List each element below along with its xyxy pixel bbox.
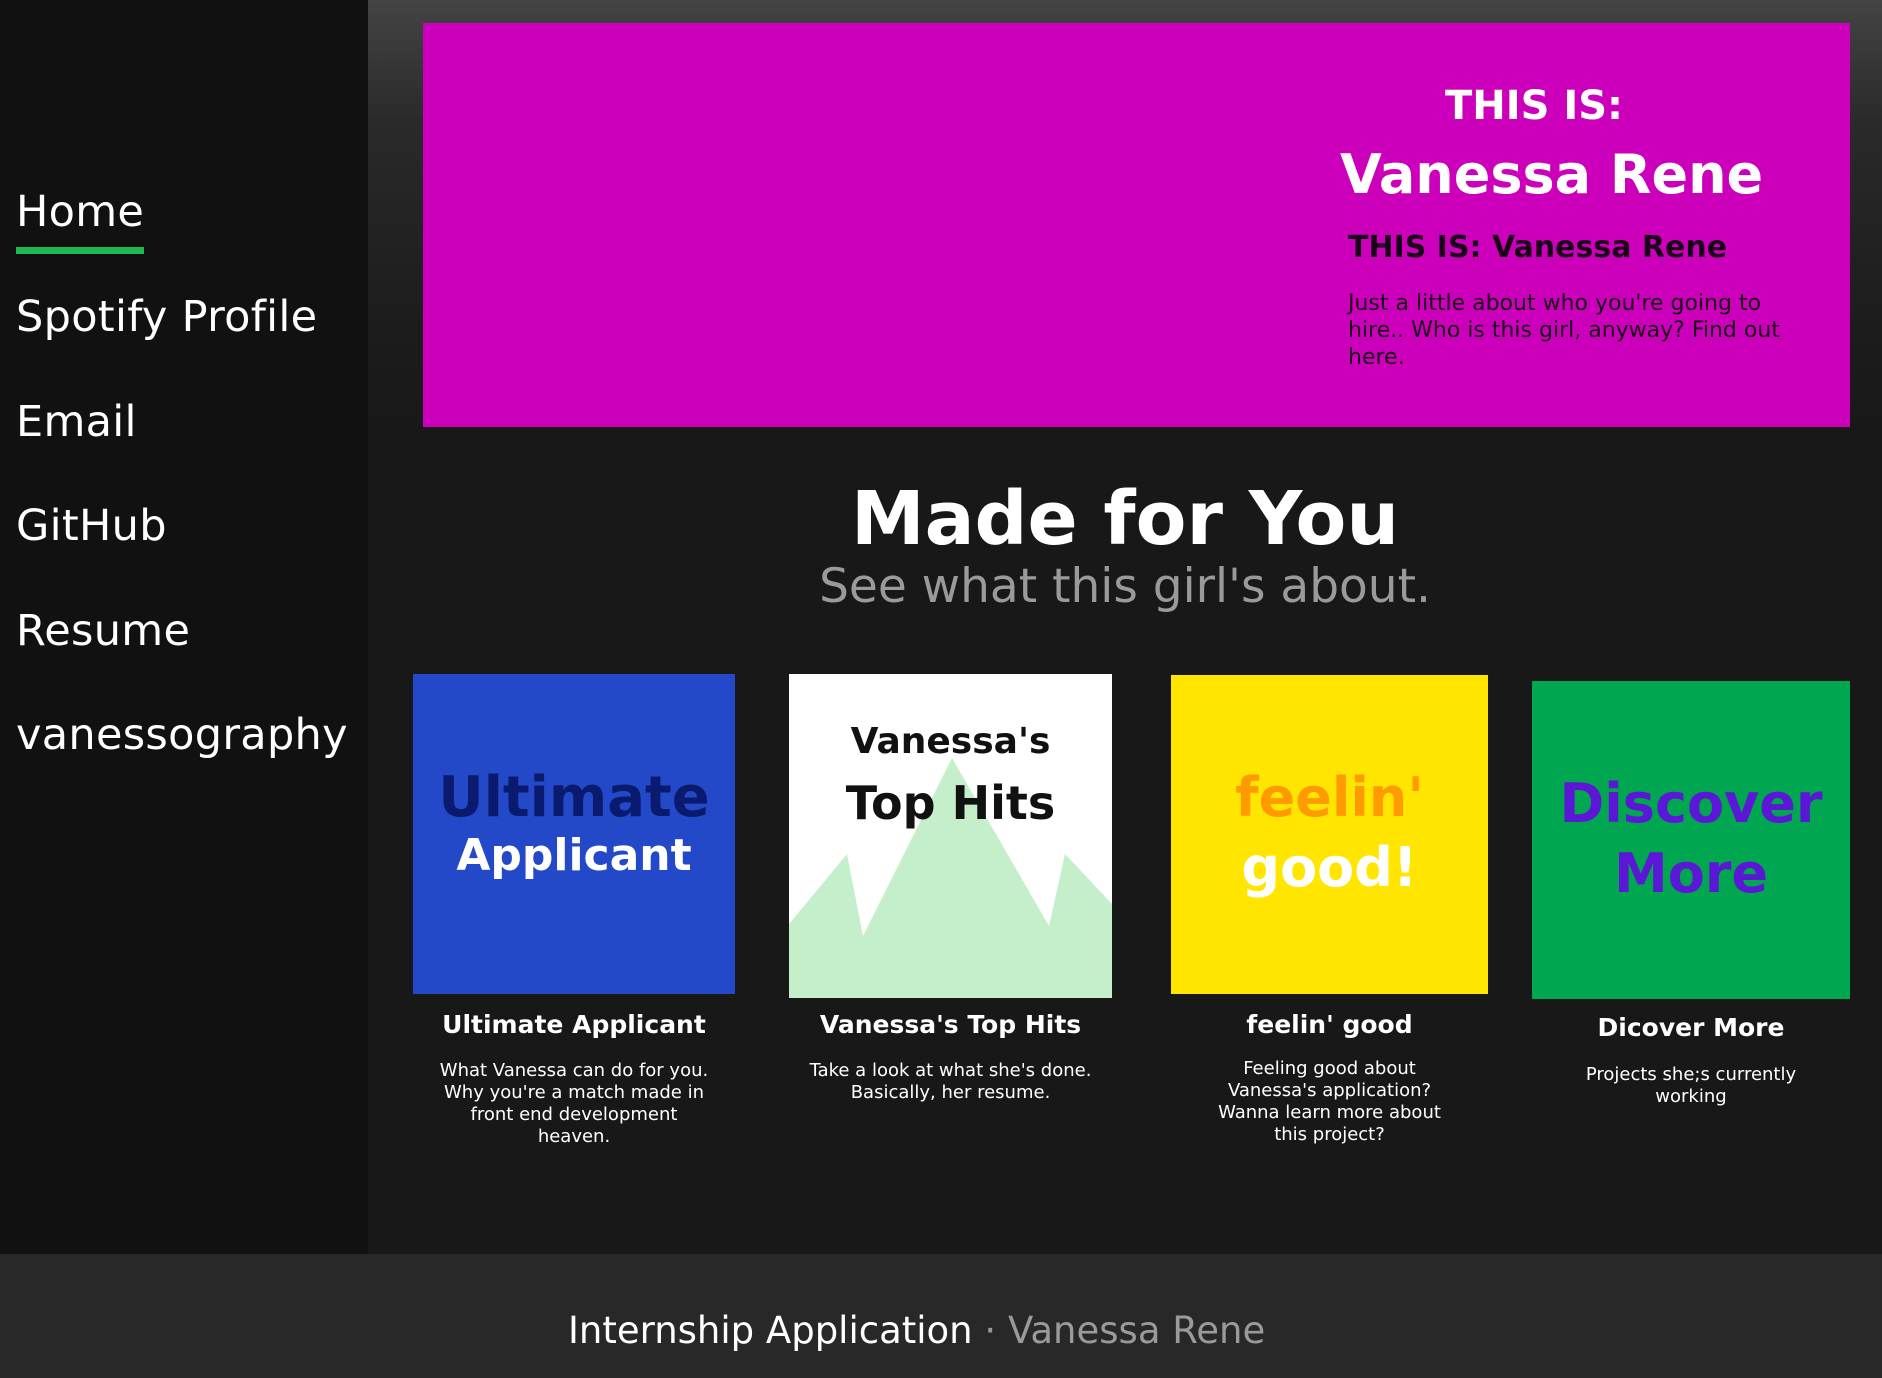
card-title[interactable]: Vanessa's Top Hits [789, 1010, 1112, 1039]
card-art-line2: Applicant [456, 830, 692, 881]
active-indicator [16, 247, 145, 254]
section-subtitle: See what this girl's about. [819, 559, 1431, 614]
nav-item-label: Spotify Profile [16, 292, 318, 342]
card-art-line1: Vanessa's [850, 721, 1051, 762]
card-art-top-hits[interactable]: Vanessa's Top Hits [789, 674, 1112, 998]
nav-item-label: Email [16, 397, 137, 447]
footer-title: Internship Application [568, 1309, 973, 1352]
nav-item-label: Home [16, 187, 145, 237]
nav-item-label: Resume [16, 606, 191, 656]
card-title[interactable]: Ultimate Applicant [413, 1010, 735, 1039]
card-description: Feeling good about Vanessa's application… [1218, 1058, 1441, 1145]
hero-name: Vanessa Rene [1340, 143, 1764, 206]
card-art-line1: feelin' [1235, 766, 1424, 829]
card-description: What Vanessa can do for you. Why you're … [439, 1060, 709, 1147]
card-art-line2: More [1613, 842, 1769, 905]
hero-kicker: THIS IS: [1444, 83, 1624, 129]
card-title[interactable]: feelin' good [1171, 1010, 1488, 1039]
card-art-line1: Ultimate [438, 765, 710, 830]
sidebar: Home Spotify Profile Email GitHub Resume… [0, 0, 368, 1254]
card-art-feelin-good[interactable]: feelin' good! [1171, 675, 1488, 994]
card-art-line2: Top Hits [845, 776, 1056, 830]
nav-item-github[interactable]: GitHub [16, 505, 167, 548]
card-art-line2: good! [1241, 836, 1418, 899]
card-description: Take a look at what she's done. Basicall… [809, 1060, 1092, 1103]
nav-item-email[interactable]: Email [16, 401, 137, 444]
footer-separator: · [984, 1309, 997, 1352]
card-art-line1: Discover [1559, 772, 1823, 835]
card-art-discover-more[interactable]: Discover More [1532, 681, 1850, 999]
footer-author: Vanessa Rene [1007, 1309, 1266, 1352]
footer-credit: Internship Application · Vanessa Rene [568, 1312, 1265, 1349]
footer: Internship Application · Vanessa Rene [0, 1254, 1882, 1378]
card-art-ultimate-applicant[interactable]: Ultimate Applicant [413, 674, 735, 994]
nav-item-spotify-profile[interactable]: Spotify Profile [16, 296, 317, 339]
card-title[interactable]: Dicover More [1532, 1013, 1850, 1042]
nav-item-vanessography[interactable]: vanessography [16, 714, 348, 757]
hero-subtitle: THIS IS: Vanessa Rene [1348, 230, 1728, 265]
hero-description: Just a little about who you're going to … [1348, 291, 1780, 370]
nav-item-resume[interactable]: Resume [16, 610, 190, 653]
nav-item-label: GitHub [16, 501, 167, 551]
card-description: Projects she;s currently working [1585, 1064, 1797, 1107]
nav-item-label: vanessography [16, 710, 348, 760]
section-title: Made for You [850, 476, 1400, 562]
nav-item-home[interactable]: Home [16, 191, 145, 254]
